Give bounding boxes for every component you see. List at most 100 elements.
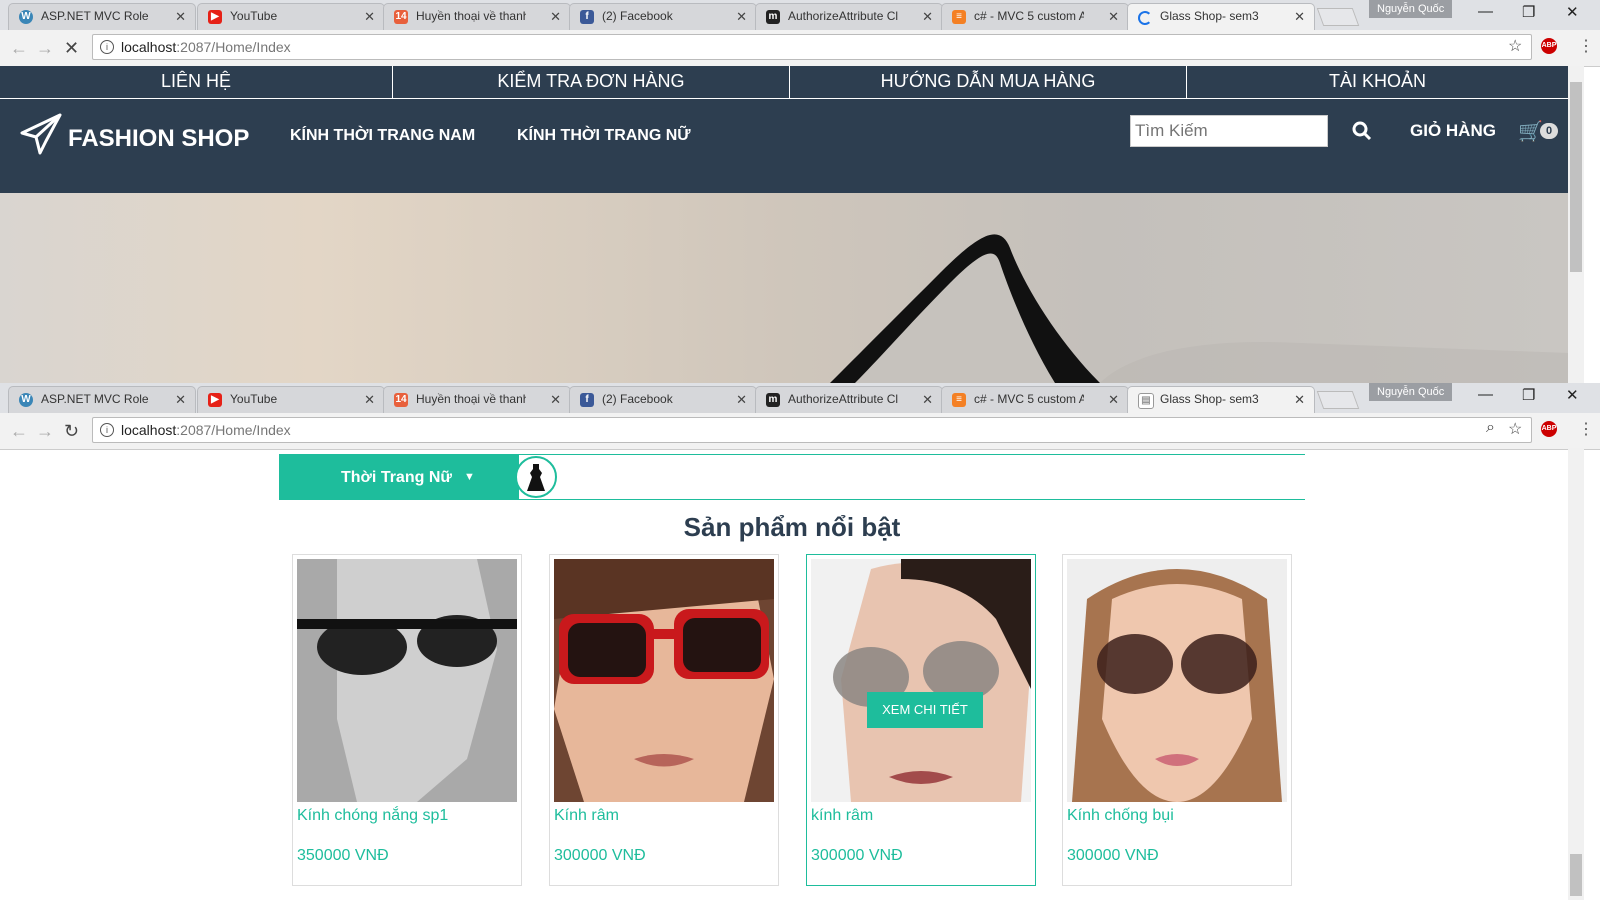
close-icon[interactable]: ✕ bbox=[736, 9, 747, 25]
restore-icon[interactable]: ❐ bbox=[1522, 386, 1535, 404]
site-icon: 14 bbox=[394, 10, 408, 24]
product-name[interactable]: Kính râm bbox=[554, 807, 619, 825]
tab-strip: W ASP.NET MVC Role man ✕ ▶ YouTube ✕ 14 … bbox=[0, 383, 1600, 413]
browser-tab[interactable]: ▶ YouTube ✕ bbox=[197, 386, 385, 413]
link-buying-guide[interactable]: HƯỚNG DẪN MUA HÀNG bbox=[789, 66, 1186, 98]
site-main-nav: FASHION SHOP KÍNH THỜI TRANG NAM KÍNH TH… bbox=[0, 99, 1568, 193]
browser-tab[interactable]: m AuthorizeAttribute Clas ✕ bbox=[755, 386, 943, 413]
product-price: 300000 VNĐ bbox=[554, 847, 646, 864]
zoom-icon[interactable]: ⌕ bbox=[1486, 419, 1495, 437]
close-icon[interactable]: ✕ bbox=[1294, 392, 1305, 408]
product-card-hovered[interactable]: XEM CHI TIẾT kính râm 300000 VNĐ bbox=[806, 554, 1036, 886]
close-icon[interactable]: ✕ bbox=[550, 392, 561, 408]
close-icon[interactable]: ✕ bbox=[1108, 9, 1119, 25]
browser-window-top: W ASP.NET MVC Role man ✕ ▶ YouTube ✕ 14 … bbox=[0, 0, 1600, 383]
address-bar[interactable]: i localhost:2087/Home/Index bbox=[92, 34, 1532, 60]
profile-badge[interactable]: Nguyễn Quốc bbox=[1369, 383, 1453, 401]
search-icon[interactable] bbox=[1352, 121, 1372, 141]
browser-tab[interactable]: ≡ c# - MVC 5 custom Aut ✕ bbox=[941, 386, 1129, 413]
browser-toolbar: ← → ↻ i localhost:2087/Home/Index ⌕ ☆ AB… bbox=[0, 413, 1600, 450]
browser-tab-active[interactable]: ▤ Glass Shop- sem3 ✕ bbox=[1127, 386, 1315, 413]
link-contact[interactable]: LIÊN HỆ bbox=[0, 66, 392, 98]
category-dropdown[interactable]: Thời Trang Nữ ▼ bbox=[279, 455, 519, 500]
product-image[interactable]: XEM CHI TIẾT bbox=[811, 559, 1031, 802]
product-name[interactable]: kính râm bbox=[811, 807, 873, 825]
adblock-icon[interactable]: ABP bbox=[1541, 421, 1557, 437]
scrollbar[interactable] bbox=[1568, 448, 1584, 900]
cart-link[interactable]: GIỎ HÀNG bbox=[1410, 121, 1496, 141]
browser-tab[interactable]: W ASP.NET MVC Role man ✕ bbox=[8, 3, 196, 30]
browser-tab[interactable]: W ASP.NET MVC Role man ✕ bbox=[8, 386, 196, 413]
info-icon[interactable]: i bbox=[100, 40, 114, 54]
close-icon[interactable]: ✕ bbox=[364, 392, 375, 408]
info-icon[interactable]: i bbox=[100, 423, 114, 437]
restore-icon[interactable]: ❐ bbox=[1522, 3, 1535, 21]
nav-women-glasses[interactable]: KÍNH THỜI TRANG NỮ bbox=[517, 127, 691, 145]
product-price: 350000 VNĐ bbox=[297, 847, 389, 864]
new-tab-button[interactable] bbox=[1316, 8, 1360, 26]
close-icon[interactable]: ✕ bbox=[1294, 9, 1305, 25]
close-icon[interactable]: ✕ bbox=[1108, 392, 1119, 408]
product-photo bbox=[297, 559, 517, 802]
product-image[interactable] bbox=[1067, 559, 1287, 802]
close-icon[interactable]: ✕ bbox=[922, 9, 933, 25]
browser-tab[interactable]: 14 Huyền thoại về thanh g ✕ bbox=[383, 386, 571, 413]
forward-icon[interactable]: → bbox=[36, 421, 54, 442]
youtube-icon: ▶ bbox=[208, 10, 222, 24]
bookmark-star-icon[interactable]: ☆ bbox=[1508, 419, 1522, 439]
browser-tab[interactable]: ▶ YouTube ✕ bbox=[197, 3, 385, 30]
product-name[interactable]: Kính chóng nắng sp1 bbox=[297, 807, 448, 825]
stop-icon[interactable]: ✕ bbox=[64, 38, 79, 59]
adblock-icon[interactable]: ABP bbox=[1541, 38, 1557, 54]
link-order-check[interactable]: KIỂM TRA ĐƠN HÀNG bbox=[392, 66, 789, 98]
browser-tab[interactable]: f (2) Facebook ✕ bbox=[569, 3, 757, 30]
browser-tab[interactable]: ≡ c# - MVC 5 custom Aut ✕ bbox=[941, 3, 1129, 30]
scrollbar-thumb[interactable] bbox=[1570, 854, 1582, 896]
reload-icon[interactable]: ↻ bbox=[64, 421, 79, 442]
close-icon[interactable]: ✕ bbox=[364, 9, 375, 25]
back-icon[interactable]: ← bbox=[10, 421, 28, 442]
menu-icon[interactable]: ⋮ bbox=[1578, 419, 1594, 439]
dress-icon bbox=[515, 456, 557, 498]
caret-down-icon: ▼ bbox=[464, 471, 475, 483]
close-icon[interactable]: ✕ bbox=[550, 9, 561, 25]
minimize-icon[interactable]: — bbox=[1478, 386, 1493, 403]
browser-tab[interactable]: m AuthorizeAttribute Clas ✕ bbox=[755, 3, 943, 30]
close-window-icon[interactable]: ✕ bbox=[1566, 3, 1579, 21]
close-icon[interactable]: ✕ bbox=[922, 392, 933, 408]
product-price: 300000 VNĐ bbox=[1067, 847, 1159, 864]
scrollbar-thumb[interactable] bbox=[1570, 82, 1582, 272]
address-bar[interactable]: i localhost:2087/Home/Index bbox=[92, 417, 1532, 443]
product-image[interactable] bbox=[554, 559, 774, 802]
nav-men-glasses[interactable]: KÍNH THỜI TRANG NAM bbox=[290, 127, 475, 145]
link-account[interactable]: TÀI KHOẢN bbox=[1186, 66, 1568, 98]
product-image[interactable] bbox=[297, 559, 517, 802]
product-name[interactable]: Kính chống bụi bbox=[1067, 807, 1174, 825]
minimize-icon[interactable]: — bbox=[1478, 3, 1493, 20]
close-icon[interactable]: ✕ bbox=[736, 392, 747, 408]
site-icon: 14 bbox=[394, 393, 408, 407]
close-window-icon[interactable]: ✕ bbox=[1566, 386, 1579, 404]
wordpress-icon: W bbox=[19, 393, 33, 407]
search-input[interactable] bbox=[1130, 115, 1328, 147]
profile-badge[interactable]: Nguyễn Quốc bbox=[1369, 0, 1453, 18]
new-tab-button[interactable] bbox=[1316, 391, 1360, 409]
product-card[interactable]: Kính chóng nắng sp1 350000 VNĐ bbox=[292, 554, 522, 886]
scrollbar[interactable] bbox=[1568, 66, 1584, 383]
medium-icon: m bbox=[766, 10, 780, 24]
forward-icon[interactable]: → bbox=[36, 38, 54, 59]
product-card[interactable]: Kính chống bụi 300000 VNĐ bbox=[1062, 554, 1292, 886]
browser-tab[interactable]: f (2) Facebook ✕ bbox=[569, 386, 757, 413]
close-icon[interactable]: ✕ bbox=[175, 392, 186, 408]
close-icon[interactable]: ✕ bbox=[175, 9, 186, 25]
browser-tab-active[interactable]: Glass Shop- sem3 ✕ bbox=[1127, 3, 1315, 30]
browser-toolbar: ← → ✕ i localhost:2087/Home/Index ☆ ABP … bbox=[0, 30, 1600, 67]
view-detail-button[interactable]: XEM CHI TIẾT bbox=[867, 692, 983, 728]
back-icon[interactable]: ← bbox=[10, 38, 28, 59]
bookmark-star-icon[interactable]: ☆ bbox=[1508, 36, 1522, 56]
menu-icon[interactable]: ⋮ bbox=[1578, 36, 1594, 56]
product-photo bbox=[1067, 559, 1287, 802]
stackoverflow-icon: ≡ bbox=[952, 393, 966, 407]
product-card[interactable]: Kính râm 300000 VNĐ bbox=[549, 554, 779, 886]
browser-tab[interactable]: 14 Huyền thoại về thanh g ✕ bbox=[383, 3, 571, 30]
